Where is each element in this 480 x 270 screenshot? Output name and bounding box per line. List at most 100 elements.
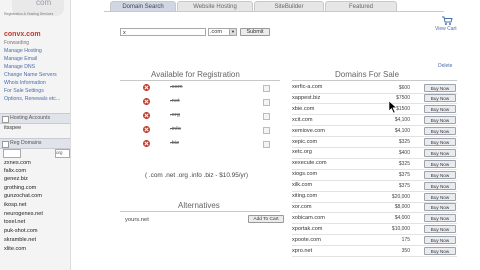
sale-domain[interactable]: xpoote.com: [292, 237, 321, 243]
tab-divider: [104, 11, 444, 12]
sale-price: $8,000: [394, 204, 410, 211]
unavailable-x-icon: [143, 84, 150, 91]
sale-domain[interactable]: xbie.com: [292, 106, 314, 112]
sale-domain[interactable]: xappest.biz: [292, 95, 320, 101]
list-item[interactable]: xlite.com: [4, 246, 26, 252]
sale-domain[interactable]: xpro.net: [292, 248, 312, 254]
domain-filter-select[interactable]: [3, 149, 21, 158]
sidebar-brand[interactable]: convx.com: [4, 31, 41, 38]
sidebar-link-manage-email[interactable]: Manage Email: [4, 56, 37, 62]
list-item[interactable]: neurogenes.net: [4, 211, 43, 217]
sidebar-section-label: Forwarding: [4, 40, 30, 46]
tld-info: .info: [170, 126, 181, 132]
mouse-cursor-icon: [388, 100, 398, 114]
tld-checkbox[interactable]: [263, 85, 270, 92]
sale-price: $375: [398, 171, 410, 178]
sale-domain[interactable]: xiting.com: [292, 193, 317, 199]
list-item[interactable]: falix.com: [4, 168, 26, 174]
sidebar-link-manage-dns[interactable]: Manage DNS: [4, 64, 35, 70]
unavailable-x-icon: [143, 98, 150, 105]
sale-domain[interactable]: xemiove.com: [292, 128, 325, 134]
sale-domain[interactable]: xor.com: [292, 204, 312, 210]
sale-price: 350: [401, 248, 410, 254]
sale-domain[interactable]: xcit.com: [292, 117, 313, 123]
submit-button[interactable]: Submit: [240, 28, 270, 36]
buy-now-button[interactable]: Buy Now: [424, 138, 456, 146]
sale-domain[interactable]: xiogs.com: [292, 171, 317, 177]
tld-checkbox[interactable]: [263, 99, 270, 106]
tld-checkbox[interactable]: [263, 127, 270, 134]
buy-now-button[interactable]: Buy Now: [424, 192, 456, 201]
tld-biz: .biz: [170, 140, 180, 146]
buy-now-button[interactable]: Buy Now: [424, 247, 456, 255]
row-divider: [292, 179, 457, 181]
chevron-down-icon[interactable]: ▼: [229, 29, 236, 35]
reg-domains-panel-header[interactable]: Reg Domains: [0, 138, 70, 149]
sale-domain[interactable]: xepic.com: [292, 139, 317, 145]
sidebar-link-manage-hosting[interactable]: Manage Hosting: [4, 48, 42, 54]
divider: [120, 80, 280, 81]
panel-toggle-checkbox[interactable]: [2, 140, 9, 148]
tld-filter-select[interactable]: org: [55, 149, 70, 158]
hosting-accounts-panel-header[interactable]: Hosting Accounts: [0, 113, 70, 124]
sidebar-link-options[interactable]: Options, Renewals etc...: [4, 96, 60, 102]
tld-price-note: ( .com .net .org .info .biz - $10.95/yr): [145, 172, 249, 179]
buy-now-button[interactable]: Buy Now: [424, 225, 456, 234]
row-divider: [292, 168, 457, 170]
list-item[interactable]: ikosp.net: [4, 202, 26, 208]
list-item[interactable]: puk-shot.com: [4, 228, 38, 234]
unavailable-x-icon: [143, 126, 150, 133]
delete-link[interactable]: Delete: [438, 63, 452, 69]
add-to-cart-button[interactable]: Add To Cart: [248, 215, 284, 223]
row-divider: [292, 92, 457, 94]
tld-select[interactable]: .com ▼: [208, 28, 237, 36]
row-divider: [292, 245, 457, 247]
sale-domain[interactable]: xobicam.com: [292, 215, 325, 221]
tld-checkbox[interactable]: [263, 141, 270, 148]
row-divider: [292, 223, 457, 225]
row-divider: [292, 201, 457, 203]
buy-now-button[interactable]: Buy Now: [424, 236, 456, 245]
buy-now-button[interactable]: Buy Now: [424, 127, 456, 136]
row-divider: [292, 157, 457, 159]
sale-price: $375: [398, 182, 410, 189]
sale-price: $325: [398, 139, 410, 145]
sidebar-link-for-sale[interactable]: For Sale Settings: [4, 88, 44, 94]
sale-price: $10,000: [391, 226, 410, 233]
reg-domains-label: Reg Domains: [10, 140, 42, 146]
list-item[interactable]: skramble.net: [4, 237, 36, 243]
sidebar-link-whois[interactable]: Whois Information: [4, 80, 46, 86]
sale-domain[interactable]: xilk.com: [292, 182, 312, 188]
buy-now-button[interactable]: Buy Now: [424, 116, 456, 125]
buy-now-button[interactable]: Buy Now: [424, 148, 456, 157]
buy-now-button[interactable]: Buy Now: [424, 94, 456, 103]
sale-domain[interactable]: xexecute.com: [292, 160, 327, 166]
sidebar-link-name-servers[interactable]: Change Name Servers: [4, 72, 57, 78]
hosting-account-item[interactable]: itsspee: [4, 125, 21, 131]
sale-domain[interactable]: xportak.com: [292, 226, 322, 232]
buy-now-button[interactable]: Buy Now: [424, 159, 456, 168]
cart-icon[interactable]: [441, 16, 453, 26]
buy-now-button[interactable]: Buy Now: [424, 105, 456, 114]
sale-domain[interactable]: xetc.org: [292, 149, 312, 155]
view-cart-link[interactable]: View Cart: [435, 26, 457, 32]
list-item[interactable]: gunzochat.com: [4, 193, 42, 199]
sale-price: $1500: [396, 106, 410, 113]
unavailable-x-icon: [143, 112, 150, 119]
sale-price: $7500: [396, 95, 410, 102]
buy-now-button[interactable]: Buy Now: [424, 181, 456, 190]
buy-now-button[interactable]: Buy Now: [424, 83, 456, 92]
buy-now-button[interactable]: Buy Now: [424, 203, 456, 212]
buy-now-button[interactable]: Buy Now: [424, 214, 456, 223]
list-item[interactable]: grothing.com: [4, 185, 36, 191]
tld-checkbox[interactable]: [263, 113, 270, 120]
list-item[interactable]: zxnes.com: [4, 160, 31, 166]
list-item[interactable]: genez.biz: [4, 176, 28, 182]
buy-now-button[interactable]: Buy Now: [424, 170, 456, 179]
sale-domain[interactable]: xerfic-a.com: [292, 84, 322, 90]
list-item[interactable]: toxel.net: [4, 219, 25, 225]
row-divider: [292, 147, 457, 148]
panel-toggle-checkbox[interactable]: [2, 115, 9, 123]
domain-search-input[interactable]: x: [120, 28, 206, 36]
row-divider: [292, 234, 457, 236]
